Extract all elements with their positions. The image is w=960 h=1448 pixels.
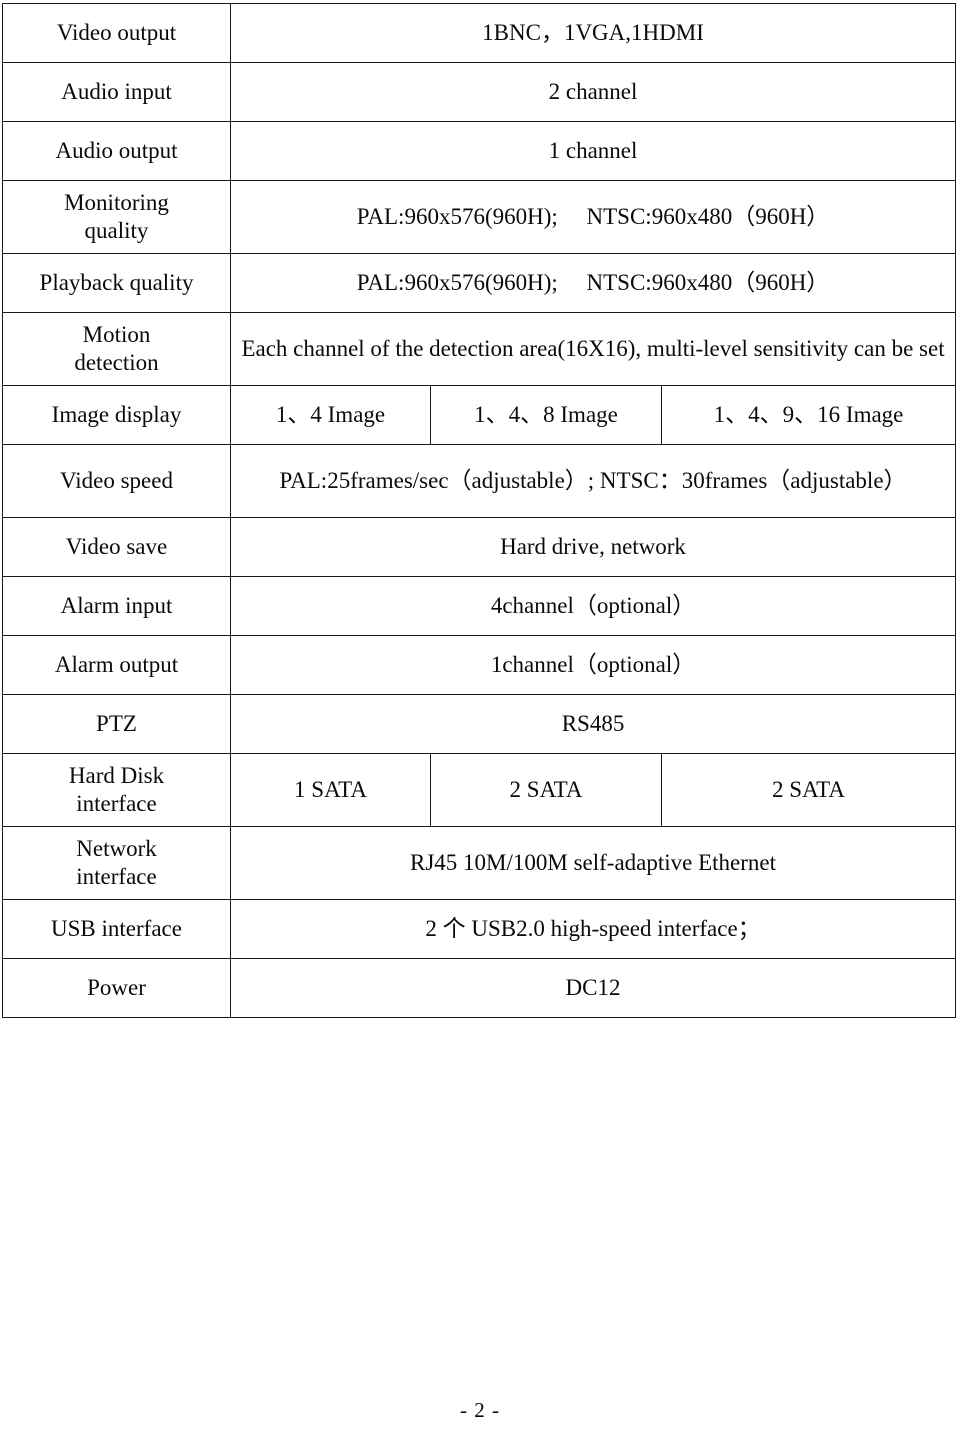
table-row: Alarm input 4channel（optional） xyxy=(2,576,957,636)
table-row: USB interface 2 个 USB2.0 high-speed inte… xyxy=(2,899,957,959)
row-label-hard-disk-interface: Hard Disk interface xyxy=(2,753,231,827)
table-row: Alarm output 1channel（optional） xyxy=(2,635,957,695)
label-line: Monitoring xyxy=(64,189,169,215)
row-label-alarm-output: Alarm output xyxy=(2,635,231,695)
row-value-monitoring-quality: PAL:960x576(960H); NTSC:960x480（960H） xyxy=(229,180,957,254)
table-body: Video output 1BNC，1VGA,1HDMI Audio input… xyxy=(2,3,957,1018)
row-label-ptz: PTZ xyxy=(2,694,231,754)
table-row: Playback quality PAL:960x576(960H); NTSC… xyxy=(2,253,957,313)
row-value-hard-disk-1: 1 SATA xyxy=(230,753,431,827)
row-value-usb-interface: 2 个 USB2.0 high-speed interface； xyxy=(229,899,957,959)
row-label-alarm-input: Alarm input xyxy=(2,576,231,636)
row-value-video-output: 1BNC，1VGA,1HDMI xyxy=(229,3,957,63)
row-label-monitoring-quality: Monitoring quality xyxy=(2,180,231,254)
row-label-image-display: Image display xyxy=(2,385,231,445)
label-line: Hard Disk xyxy=(68,762,165,788)
row-label-video-save: Video save xyxy=(2,517,231,577)
row-value-hard-disk-3: 2 SATA xyxy=(660,753,957,827)
label-line: quality xyxy=(84,218,149,243)
page-number: - 2 - xyxy=(460,1398,500,1422)
row-value-alarm-input: 4channel（optional） xyxy=(229,576,957,636)
table-row: Hard Disk interface 1 SATA 2 SATA 2 SATA xyxy=(2,753,957,827)
row-label-video-output: Video output xyxy=(2,3,231,63)
row-label-network-interface: Network interface xyxy=(2,826,231,900)
label-line: Motion xyxy=(82,321,151,347)
table-row: Video output 1BNC，1VGA,1HDMI xyxy=(2,3,957,63)
row-label-playback-quality: Playback quality xyxy=(2,253,231,313)
table-row: Image display 1、4 Image 1、4、8 Image 1、4、… xyxy=(2,385,957,445)
row-label-audio-output: Audio output xyxy=(2,121,231,181)
label-line: interface xyxy=(76,864,157,889)
table-row: Video speed PAL:25frames/sec（adjustable）… xyxy=(2,444,957,518)
row-value-audio-input: 2 channel xyxy=(229,62,957,122)
row-value-image-display-3: 1、4、9、16 Image xyxy=(660,385,957,445)
row-value-network-interface: RJ45 10M/100M self-adaptive Ethernet xyxy=(229,826,957,900)
table-row: Network interface RJ45 10M/100M self-ada… xyxy=(2,826,957,900)
table-row: Audio output 1 channel xyxy=(2,121,957,181)
document-page: Video output 1BNC，1VGA,1HDMI Audio input… xyxy=(0,0,960,1448)
label-line: Network xyxy=(76,835,157,861)
row-label-audio-input: Audio input xyxy=(2,62,231,122)
table-row: Power DC12 xyxy=(2,958,957,1018)
label-line: interface xyxy=(76,791,157,816)
specification-table: Video output 1BNC，1VGA,1HDMI Audio input… xyxy=(2,3,957,1018)
row-value-ptz: RS485 xyxy=(229,694,957,754)
table-row: Audio input 2 channel xyxy=(2,62,957,122)
row-value-hard-disk-2: 2 SATA xyxy=(430,753,662,827)
row-label-motion-detection: Motion detection xyxy=(2,312,231,386)
row-label-video-speed: Video speed xyxy=(2,444,231,518)
table-row: Monitoring quality PAL:960x576(960H); NT… xyxy=(2,180,957,254)
row-label-power: Power xyxy=(2,958,231,1018)
row-value-playback-quality: PAL:960x576(960H); NTSC:960x480（960H） xyxy=(229,253,957,313)
table-row: Motion detection Each channel of the det… xyxy=(2,312,957,386)
row-value-video-speed: PAL:25frames/sec（adjustable）; NTSC：30fra… xyxy=(229,444,957,518)
row-value-image-display-1: 1、4 Image xyxy=(230,385,431,445)
table-row: PTZ RS485 xyxy=(2,694,957,754)
row-value-video-save: Hard drive, network xyxy=(229,517,957,577)
row-label-usb-interface: USB interface xyxy=(2,899,231,959)
table-row: Video save Hard drive, network xyxy=(2,517,957,577)
row-value-audio-output: 1 channel xyxy=(229,121,957,181)
row-value-alarm-output: 1channel（optional） xyxy=(229,635,957,695)
label-line: detection xyxy=(74,350,159,375)
row-value-motion-detection: Each channel of the detection area(16X16… xyxy=(229,312,957,386)
row-value-power: DC12 xyxy=(229,958,957,1018)
row-value-image-display-2: 1、4、8 Image xyxy=(430,385,662,445)
